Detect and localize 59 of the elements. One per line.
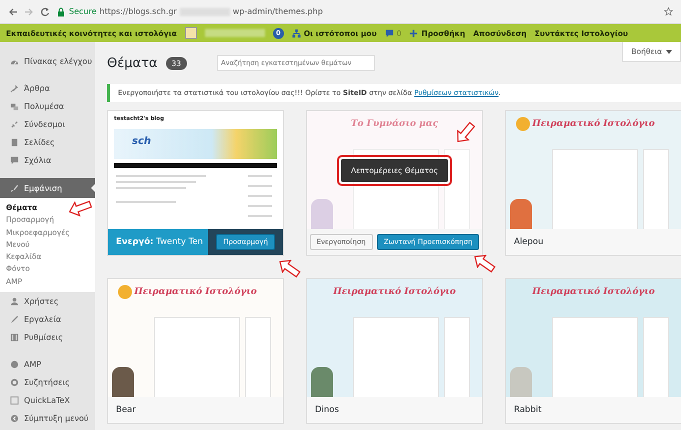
menu-item[interactable]: AMP <box>0 355 95 374</box>
animal-drawing <box>311 199 333 229</box>
theme-name: Dinos <box>307 397 482 423</box>
menu-item[interactable]: Σχόλια <box>0 151 95 169</box>
back-arrow-icon[interactable] <box>8 6 18 16</box>
menu-item[interactable]: Χρήστες <box>0 292 95 310</box>
menu-item[interactable]: Πολυμέσα <box>0 97 95 115</box>
sun-drawing <box>516 117 530 131</box>
menu-item[interactable]: Πίνακας ελέγχου <box>0 52 95 70</box>
animal-drawing <box>112 367 134 397</box>
menu-item[interactable]: Σύμπτυξη μενού <box>0 409 95 428</box>
collapse-icon <box>10 414 19 423</box>
animal-drawing <box>510 367 532 397</box>
blog-title: Το Γυμνάσιο μας <box>350 119 438 129</box>
menu-item[interactable]: Άρθρα <box>0 79 95 97</box>
avatar-icon[interactable] <box>184 27 197 39</box>
theme-name: Alepou <box>506 229 681 255</box>
page-title: Θέματα <box>107 56 158 70</box>
pin-icon <box>10 84 19 92</box>
page-icon <box>10 138 19 146</box>
blog-title: Πειραματικό Ιστολόγιο <box>134 287 257 297</box>
comment-icon <box>10 156 19 164</box>
blog-title: Πειραματικό Ιστολόγιο <box>532 119 655 129</box>
menu-item[interactable]: Ρυθμίσεις <box>0 328 95 346</box>
theme-name: Bear <box>108 397 283 423</box>
menu-item[interactable]: Εργαλεία <box>0 310 95 328</box>
menu-item[interactable]: Σελίδες <box>0 133 95 151</box>
theme-card[interactable]: Πειραματικό Ιστολόγιο Rabbit <box>505 278 681 424</box>
menu-item[interactable]: Εμφάνιση <box>0 178 95 198</box>
menu-item[interactable]: QuickLaTeX <box>0 391 95 410</box>
network-icon <box>292 28 301 38</box>
square-icon <box>10 396 19 405</box>
blog-title: Πειραματικό Ιστολόγιο <box>532 287 655 297</box>
theme-name: Rabbit <box>506 397 681 423</box>
url-path[interactable]: wp-admin/themes.php <box>232 7 323 16</box>
menu-item[interactable]: Συζητήσεις <box>0 373 95 392</box>
blurred-region <box>204 29 265 37</box>
person-icon <box>10 296 19 306</box>
caret-icon <box>666 50 672 54</box>
menu-item[interactable]: Σύνδεσμοι <box>0 115 95 133</box>
comment-icon[interactable] <box>384 28 394 38</box>
plus-icon <box>409 28 418 38</box>
blog-title: Πειραματικό Ιστολόγιο <box>333 287 456 297</box>
url-host[interactable]: https://blogs.sch.gr <box>100 7 177 16</box>
animal-drawing <box>510 199 532 229</box>
lock-icon <box>56 6 66 16</box>
brush-icon <box>10 184 19 192</box>
animal-drawing <box>311 367 333 397</box>
star-icon[interactable] <box>664 7 673 16</box>
theme-card[interactable]: Πειραματικό Ιστολόγιο Dinos <box>306 278 483 424</box>
logo-text: sch <box>132 136 151 147</box>
circle-icon <box>10 360 19 369</box>
active-theme-label: Ενεργό: Twenty Ten <box>115 237 204 247</box>
reload-icon[interactable] <box>40 6 50 16</box>
sun-drawing <box>118 285 132 299</box>
theme-card[interactable]: Πειραματικό Ιστολόγιο Alepou <box>505 110 681 256</box>
images-icon <box>10 102 19 110</box>
secure-label: Secure <box>69 7 97 16</box>
theme-card[interactable]: Πειραματικό Ιστολόγιο Bear <box>107 278 284 424</box>
